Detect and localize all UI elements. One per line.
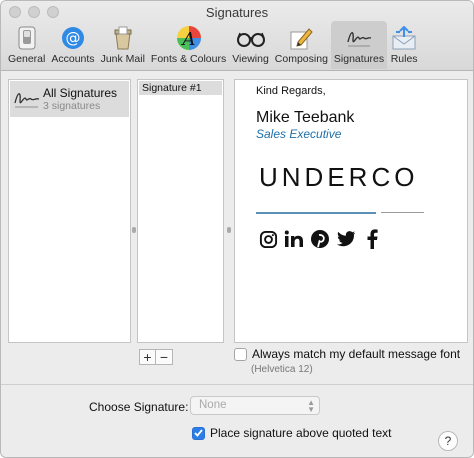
company-logo: UNDERCO: [259, 162, 419, 192]
chevron-up-down-icon: ▲ ▼: [307, 398, 315, 414]
help-button[interactable]: ?: [438, 431, 458, 451]
tab-label: Signatures: [333, 53, 385, 65]
add-signature-button[interactable]: +: [139, 349, 156, 365]
tab-label: Junk Mail: [100, 53, 145, 65]
signature-icon: [345, 25, 373, 51]
place-above-option[interactable]: Place signature above quoted text: [192, 426, 391, 440]
fonts-colours-icon: A: [175, 25, 203, 51]
linkedin-icon[interactable]: [284, 229, 304, 249]
rules-envelope-icon: [390, 25, 418, 51]
signature-name: Mike Teebank: [256, 109, 355, 126]
title-bar: Signatures General @ Accounts Junk Mail: [1, 1, 473, 71]
signature-icon: [13, 87, 41, 111]
signature-greeting: Kind Regards,: [256, 85, 326, 97]
glasses-icon: [236, 25, 265, 51]
tab-composing[interactable]: Composing: [272, 21, 331, 69]
match-font-option[interactable]: Always match my default message font: [234, 347, 460, 361]
tab-label: General: [8, 53, 46, 65]
default-font-hint: (Helvetica 12): [251, 364, 313, 375]
divider: [256, 212, 376, 214]
split-handle[interactable]: [132, 227, 136, 233]
pinterest-icon[interactable]: [310, 229, 330, 249]
twitter-icon[interactable]: [336, 229, 356, 249]
list-item-signature[interactable]: Signature #1: [139, 81, 222, 95]
signature-role: Sales Executive: [256, 127, 342, 141]
tab-label: Rules: [390, 53, 418, 65]
svg-text:A: A: [180, 29, 195, 50]
facebook-icon[interactable]: [362, 229, 382, 249]
instagram-icon[interactable]: [258, 229, 278, 249]
match-font-checkbox[interactable]: [234, 347, 247, 361]
remove-signature-button[interactable]: −: [156, 349, 173, 365]
preferences-toolbar: General @ Accounts Junk Mail A Fonts & C…: [5, 21, 421, 71]
choose-signature-select[interactable]: None ▲ ▼: [190, 396, 320, 415]
choose-signature-value: None: [199, 399, 227, 411]
tab-rules[interactable]: Rules: [387, 21, 421, 69]
split-handle[interactable]: [227, 227, 231, 233]
tab-viewing[interactable]: Viewing: [229, 21, 272, 69]
tab-label: Fonts & Colours: [150, 53, 227, 65]
tab-label: Viewing: [232, 53, 269, 65]
signature-preview[interactable]: Kind Regards, Mike Teebank Sales Executi…: [234, 79, 468, 343]
choose-signature-label: Choose Signature:: [89, 400, 189, 414]
divider: [381, 212, 424, 213]
list-item-all-signatures[interactable]: All Signatures 3 signatures: [10, 81, 129, 117]
list-item-subtitle: 3 signatures: [43, 100, 101, 112]
place-above-checkbox[interactable]: [192, 426, 205, 440]
tab-fonts-colours[interactable]: A Fonts & Colours: [148, 21, 229, 69]
tab-label: Composing: [274, 53, 328, 65]
checkmark-icon: [194, 429, 203, 437]
svg-text:@: @: [65, 29, 80, 47]
tab-label: Accounts: [51, 53, 95, 65]
tab-accounts[interactable]: @ Accounts: [48, 21, 97, 69]
list-item-title: All Signatures: [43, 86, 118, 100]
signatures-list[interactable]: Signature #1: [137, 79, 224, 343]
tab-signatures[interactable]: Signatures: [330, 21, 388, 69]
general-switch-icon: [13, 25, 41, 51]
window-title: Signatures: [205, 5, 269, 20]
at-sign-icon: @: [59, 25, 87, 51]
add-remove-control: + −: [139, 349, 173, 365]
accounts-list[interactable]: All Signatures 3 signatures: [8, 79, 131, 343]
tab-general[interactable]: General: [5, 21, 48, 69]
pencil-paper-icon: [287, 25, 315, 51]
bottom-settings: Choose Signature: None ▲ ▼ Place signatur…: [1, 384, 473, 457]
junk-mail-icon: [109, 25, 137, 51]
place-above-label: Place signature above quoted text: [210, 426, 392, 440]
tab-junk-mail[interactable]: Junk Mail: [98, 21, 148, 69]
signatures-window: Signatures General @ Accounts Junk Mail: [0, 0, 474, 458]
match-font-label: Always match my default message font: [252, 347, 461, 361]
social-links: [258, 229, 382, 249]
